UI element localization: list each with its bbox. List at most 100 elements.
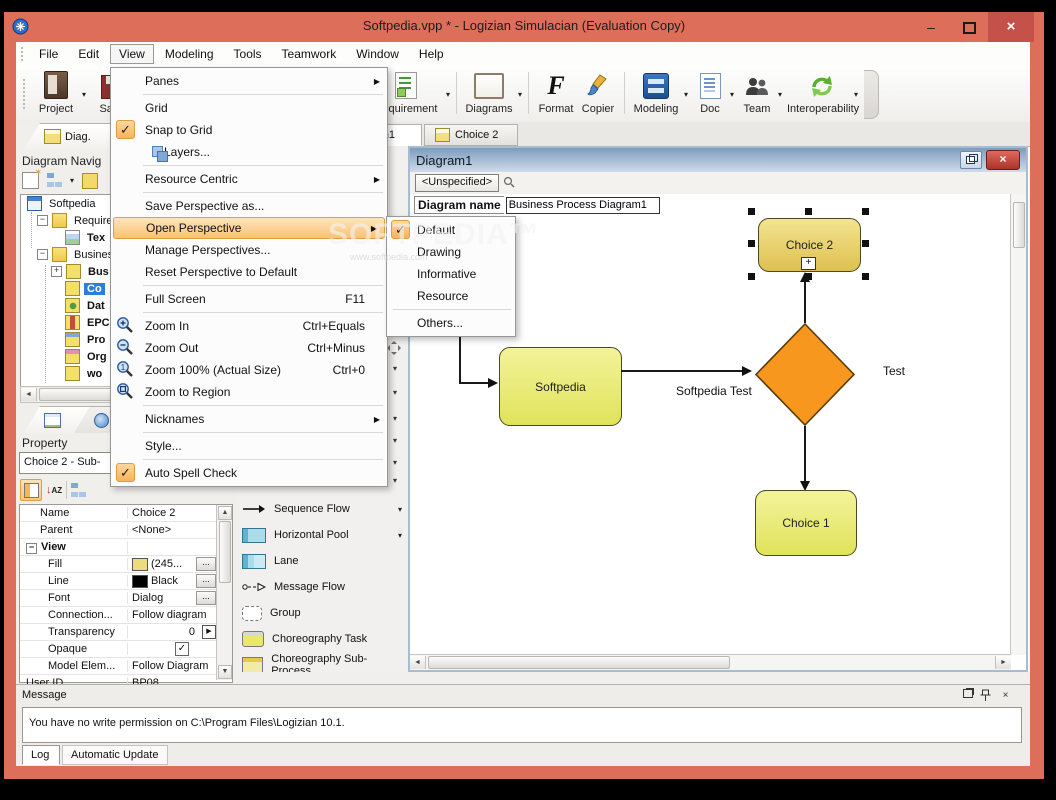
toolbar-diagrams-button[interactable]: Diagrams: [462, 69, 516, 119]
tab-automatic-update[interactable]: Automatic Update: [62, 745, 168, 765]
toolbar-modeling-button[interactable]: Modeling: [630, 69, 682, 119]
palette-sequence-flow[interactable]: Sequence Flow ▾: [242, 498, 402, 520]
stereotype-dropdown[interactable]: <Unspecified>: [415, 174, 499, 192]
menu-item-snap-to-grid[interactable]: ✓ Snap to Grid: [111, 119, 387, 141]
menu-view[interactable]: View: [110, 44, 154, 64]
menu-item-zoom-to-region[interactable]: Zoom to Region: [111, 381, 387, 403]
menu-edit[interactable]: Edit: [69, 44, 108, 64]
toolbar-doc-button[interactable]: Doc: [692, 69, 728, 119]
palette-item-caret-icon[interactable]: ▾: [393, 414, 397, 423]
diagrams-caret-icon[interactable]: ▾: [518, 90, 522, 99]
toolbar-interoperability-button[interactable]: Interoperability: [784, 69, 860, 119]
scroll-right-icon[interactable]: ►: [995, 656, 1011, 669]
expand-icon[interactable]: +: [51, 266, 62, 277]
show-hierarchy-icon[interactable]: [71, 482, 87, 498]
selection-handle[interactable]: [862, 273, 869, 280]
navigator-caret-icon[interactable]: ▾: [70, 176, 74, 185]
menu-item-style[interactable]: Style...: [111, 435, 387, 457]
diagram-restore-button[interactable]: [960, 151, 982, 169]
submenu-item-default[interactable]: ✓ Default: [387, 219, 515, 241]
toolbar-project-button[interactable]: Project: [24, 69, 88, 119]
diagram-vscrollbar[interactable]: [1010, 194, 1026, 655]
menu-item-resource-centric[interactable]: Resource Centric ▶: [111, 168, 387, 190]
pin-icon[interactable]: [979, 689, 992, 702]
maximize-button[interactable]: [952, 12, 986, 42]
subprocess-plus-marker[interactable]: +: [801, 257, 816, 270]
palette-horizontal-pool[interactable]: Horizontal Pool ▾: [242, 524, 402, 546]
new-diagram-icon[interactable]: [22, 167, 42, 189]
doc-caret-icon[interactable]: ▾: [730, 90, 734, 99]
diagram-hscrollbar[interactable]: ◄ ►: [410, 654, 1011, 670]
scrollbar-thumb[interactable]: [219, 521, 231, 583]
palette-item-caret-icon[interactable]: ▾: [398, 505, 402, 514]
project-caret-icon[interactable]: ▾: [82, 90, 86, 99]
palette-message-flow[interactable]: Message Flow: [242, 576, 402, 598]
connector-incoming-horizontal[interactable]: [459, 382, 489, 384]
float-panel-icon[interactable]: [961, 689, 974, 702]
search-icon[interactable]: [503, 176, 515, 188]
palette-item-caret-icon[interactable]: ▾: [393, 364, 397, 373]
palette-splitter-icon[interactable]: [386, 340, 402, 356]
property-row-transparency[interactable]: Transparency 0 ▶: [20, 624, 232, 641]
collapse-icon[interactable]: −: [26, 542, 37, 554]
selection-handle[interactable]: [862, 208, 869, 215]
connector-gateway-to-choice1[interactable]: [804, 426, 806, 482]
palette-item-caret-icon[interactable]: ▾: [398, 531, 402, 540]
menu-item-panes[interactable]: Panes ▶: [111, 70, 387, 92]
menu-help[interactable]: Help: [410, 44, 453, 64]
menu-tools[interactable]: Tools: [225, 44, 271, 64]
selection-handle[interactable]: [748, 240, 755, 247]
property-row-opaque[interactable]: Opaque ✓: [20, 641, 232, 658]
sort-button[interactable]: ↓AZ: [46, 484, 62, 496]
palette-item-caret-icon[interactable]: ▾: [393, 458, 397, 467]
connector-gateway-to-choice2[interactable]: [804, 281, 806, 323]
title-bar[interactable]: Softpedia.vpp * - Logizian Simulacian (E…: [4, 12, 1044, 42]
property-row-line[interactable]: Line Black...: [20, 573, 232, 590]
collapse-icon[interactable]: −: [37, 215, 48, 226]
menu-item-save-perspective-as[interactable]: Save Perspective as...: [111, 195, 387, 217]
menu-item-manage-perspectives[interactable]: Manage Perspectives...: [111, 239, 387, 261]
scrollbar-thumb[interactable]: [428, 656, 730, 669]
menu-modeling[interactable]: Modeling: [156, 44, 223, 64]
menu-item-reset-perspective[interactable]: Reset Perspective to Default: [111, 261, 387, 283]
menu-file[interactable]: File: [30, 44, 67, 64]
menu-item-zoom-100[interactable]: 1 Zoom 100% (Actual Size) Ctrl+0: [111, 359, 387, 381]
gateway-label[interactable]: Test: [883, 364, 905, 378]
gateway-diamond[interactable]: [755, 323, 855, 426]
toolbar-team-button[interactable]: Team: [738, 69, 776, 119]
menu-item-auto-spell-check[interactable]: ✓ Auto Spell Check: [111, 462, 387, 484]
line-browse-button[interactable]: ...: [196, 574, 216, 588]
selection-handle[interactable]: [805, 208, 812, 215]
close-button[interactable]: ×: [988, 12, 1034, 42]
node-choice-1[interactable]: Choice 1: [755, 490, 857, 556]
submenu-item-others[interactable]: Others...: [387, 312, 515, 334]
palette-item-caret-icon[interactable]: ▾: [393, 476, 397, 485]
scroll-down-icon[interactable]: ▼: [218, 665, 232, 679]
connector-softpedia-to-gateway[interactable]: [621, 370, 743, 372]
property-group-row[interactable]: − View: [20, 539, 232, 556]
property-row-fill[interactable]: Fill (245......: [20, 556, 232, 573]
scrollbar-thumb[interactable]: [1013, 202, 1025, 248]
navigator-extra-icon[interactable]: [82, 172, 99, 189]
menu-item-grid[interactable]: Grid: [111, 97, 387, 119]
requirement-caret-icon[interactable]: ▾: [446, 90, 450, 99]
palette-item-caret-icon[interactable]: ▾: [393, 436, 397, 445]
scroll-left-icon[interactable]: ◄: [410, 656, 426, 669]
tab-log[interactable]: Log: [22, 745, 60, 765]
selection-handle[interactable]: [862, 240, 869, 247]
palette-item-caret-icon[interactable]: ▾: [393, 388, 397, 397]
menu-item-open-perspective[interactable]: Open Perspective ▶: [113, 217, 385, 239]
selection-handle[interactable]: [748, 273, 755, 280]
palette-lane[interactable]: Lane: [242, 550, 402, 572]
property-vscrollbar[interactable]: ▲ ▼: [216, 505, 232, 680]
toolbar-copier-button[interactable]: Copier: [576, 69, 620, 119]
diagram-name-input[interactable]: [505, 196, 660, 214]
fill-browse-button[interactable]: ...: [196, 557, 216, 571]
menu-item-full-screen[interactable]: Full Screen F11: [111, 288, 387, 310]
collapse-icon[interactable]: −: [37, 249, 48, 260]
palette-choreography-task[interactable]: Choreography Task: [242, 628, 402, 650]
property-row[interactable]: Parent <None>: [20, 522, 232, 539]
interoperability-caret-icon[interactable]: ▾: [854, 90, 858, 99]
modeling-caret-icon[interactable]: ▾: [684, 90, 688, 99]
property-row-font[interactable]: Font Dialog...: [20, 590, 232, 607]
